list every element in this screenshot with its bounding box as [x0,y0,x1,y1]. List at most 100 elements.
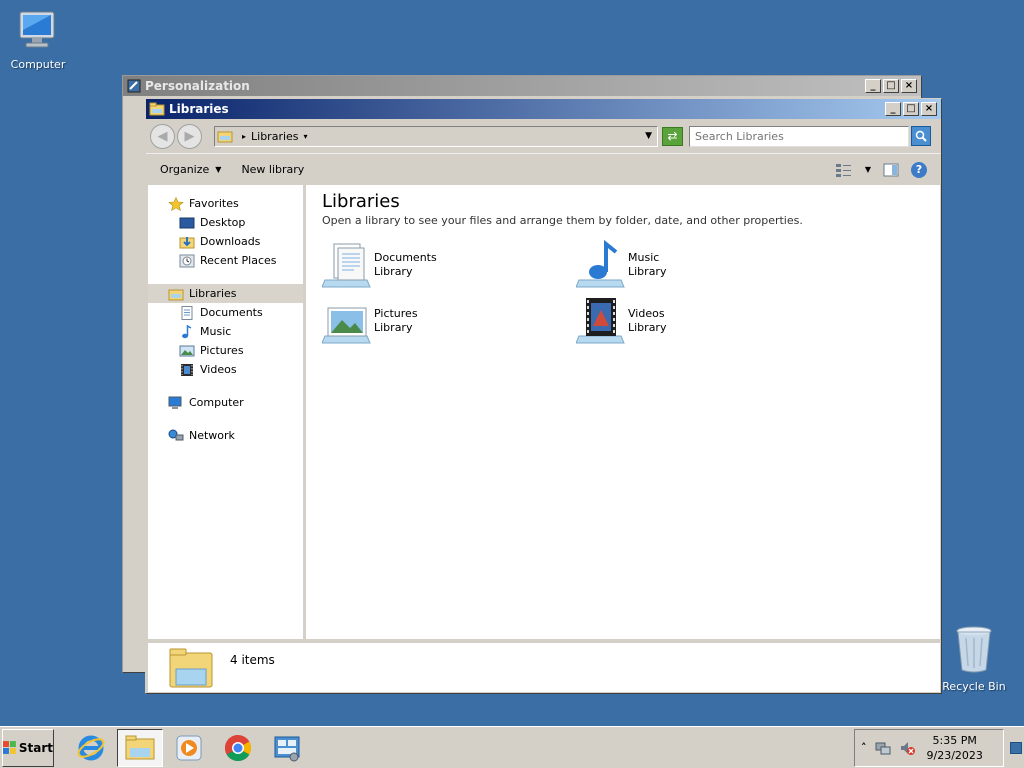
taskbar-chrome[interactable] [215,729,261,767]
windows-flag-icon [3,740,16,754]
personalization-icon [127,79,141,93]
forward-arrow-icon: ▶ [184,128,195,144]
address-history-dropdown-icon[interactable]: ▼ [645,131,652,141]
library-name-documents: Documents [374,251,437,264]
back-arrow-icon: ◀ [157,128,168,144]
nav-network-group: Network [148,426,303,445]
library-type-music: Library [628,265,667,278]
address-bar[interactable]: ▸ Libraries ▾ ▼ [214,125,658,147]
library-grid: Documents Library Music Library Pictures… [322,237,924,349]
library-item-music[interactable]: Music Library [576,237,830,293]
refresh-button[interactable]: ⇄ [662,126,683,146]
clock[interactable]: 5:35 PM 9/23/2023 [927,733,983,763]
preview-pane-icon[interactable] [883,163,899,177]
star-icon [168,196,184,211]
library-name-pictures: Pictures [374,307,418,320]
item-count: 4 items [230,653,275,667]
taskbar-internet-explorer[interactable] [68,729,114,767]
documents-icon [181,305,193,320]
libraries-titlebar[interactable]: Libraries _ □ × [146,99,941,119]
minimize-button[interactable]: _ [885,102,901,116]
taskbar-media-player[interactable] [166,729,212,767]
pictures-library-icon [322,307,371,344]
taskbar-control-panel[interactable] [264,729,310,767]
change-view-icon[interactable] [835,162,853,178]
desktop-recycle-bin[interactable]: Recycle Bin [936,624,1012,693]
show-desktop-button[interactable] [1010,741,1022,754]
library-item-documents[interactable]: Documents Library [322,237,576,293]
network-icon [168,429,184,440]
nav-label-computer: Computer [189,396,244,409]
search-button[interactable] [911,126,931,146]
recent-places-icon [179,254,195,267]
content-pane: Libraries Open a library to see your fil… [306,185,940,639]
nav-item-recent-places[interactable]: Recent Places [148,251,303,270]
nav-item-documents[interactable]: Documents [148,303,303,322]
videos-library-icon [576,298,625,344]
nav-label-network: Network [189,429,235,442]
personalization-close-button[interactable]: × [901,79,917,93]
control-panel-icon [274,736,300,761]
library-type-videos: Library [628,321,667,334]
clock-date: 9/23/2023 [926,748,983,762]
start-label: Start [18,740,53,755]
help-icon[interactable]: ? [911,161,927,178]
explorer-folder-icon [125,735,155,759]
nav-item-favorites[interactable]: Favorites [148,194,303,213]
nav-item-music[interactable]: Music [148,322,303,341]
library-item-pictures[interactable]: Pictures Library [322,293,576,349]
nav-label-recent-places: Recent Places [200,254,277,267]
tray-expand-icon[interactable]: ˄ [861,741,867,754]
libraries-large-folder-icon [169,648,213,688]
desktop-computer-icon[interactable]: Computer [0,8,76,71]
back-button[interactable]: ◀ [150,123,175,149]
forward-button[interactable]: ▶ [177,123,202,149]
search-input[interactable] [689,125,909,147]
close-button[interactable]: × [921,102,937,116]
libraries-folder-icon [149,102,165,116]
desktop-computer-label: Computer [10,58,66,71]
library-type-documents: Library [374,265,413,278]
nav-item-downloads[interactable]: Downloads [148,232,303,251]
nav-item-pictures[interactable]: Pictures [148,341,303,360]
view-options-dropdown-icon[interactable]: ▼ [865,165,871,174]
libraries-window[interactable]: Libraries _ □ × ◀ ▶ ▸ Libraries ▾ ▼ ⇄ Or… [145,98,942,694]
nav-item-desktop[interactable]: Desktop [148,213,303,232]
music-library-icon [576,240,625,288]
personalization-minimize-button[interactable]: _ [865,79,881,93]
nav-label-music: Music [200,325,232,338]
breadcrumb-libraries[interactable]: Libraries [251,130,299,143]
personalization-maximize-button[interactable]: □ [883,79,899,93]
chrome-icon [224,734,252,761]
start-button[interactable]: Start [2,728,54,767]
music-icon [182,324,192,338]
nav-item-libraries[interactable]: Libraries [148,284,303,303]
network-status-icon[interactable] [875,740,891,756]
nav-label-libraries: Libraries [189,287,237,300]
address-libraries-icon [217,131,233,143]
nav-label-documents: Documents [200,306,263,319]
documents-library-icon [322,243,371,288]
volume-muted-icon[interactable] [899,740,915,756]
library-name-videos: Videos [628,307,665,320]
taskbar-windows-explorer[interactable] [117,728,163,767]
command-bar: Organize ▼ New library ▼ ? [146,153,941,185]
breadcrumb-dropdown-icon[interactable]: ▾ [304,132,308,141]
libraries-icon [168,289,184,300]
nav-label-downloads: Downloads [200,235,261,248]
maximize-button[interactable]: □ [903,102,919,116]
library-type-pictures: Library [374,321,413,334]
address-row: ◀ ▶ ▸ Libraries ▾ ▼ ⇄ [146,119,941,153]
refresh-icon: ⇄ [667,128,678,143]
nav-item-videos[interactable]: Videos [148,360,303,379]
content-description: Open a library to see your files and arr… [322,214,803,227]
organize-button[interactable]: Organize ▼ [160,163,221,176]
breadcrumb-separator-icon[interactable]: ▸ [242,132,246,141]
explorer-body: Favorites Desktop Downloads Recent Place… [148,185,940,639]
personalization-titlebar[interactable]: Personalization _ □ × [123,76,921,96]
nav-item-network[interactable]: Network [148,426,303,445]
content-heading: Libraries [322,191,400,212]
library-item-videos[interactable]: Videos Library [576,293,830,349]
new-library-button[interactable]: New library [241,163,304,176]
nav-item-computer[interactable]: Computer [148,393,303,412]
